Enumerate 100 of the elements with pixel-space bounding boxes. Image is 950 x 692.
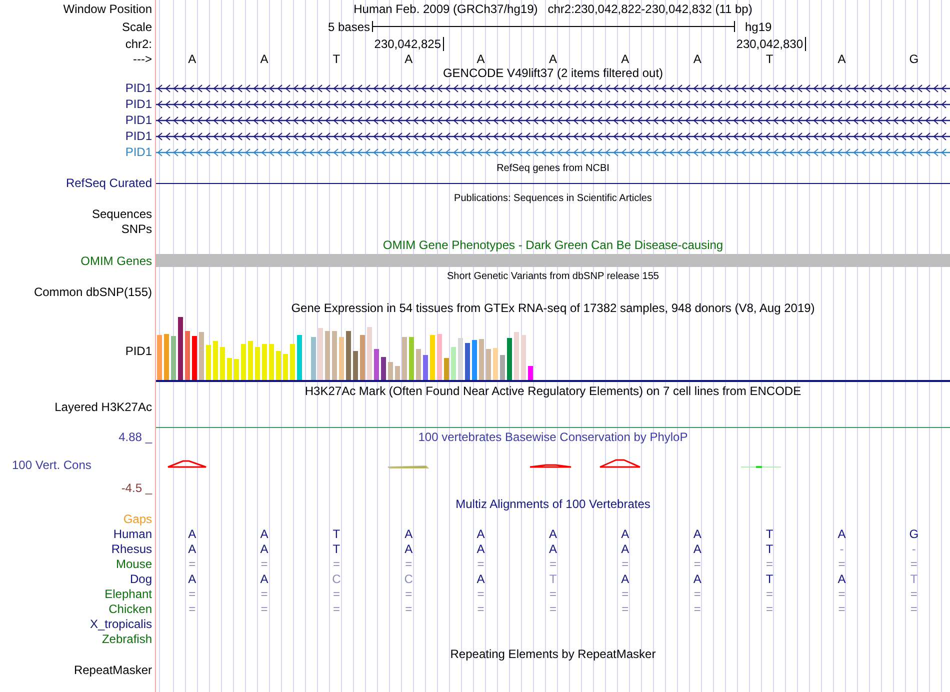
assembly-text: hg19 xyxy=(745,20,772,34)
aligned-base: = xyxy=(260,556,268,570)
track-title: GENCODE V49lift37 (2 items filtered out) xyxy=(442,66,664,80)
aligned-base: = xyxy=(188,586,196,600)
aligned-base: A xyxy=(621,542,630,556)
track-label[interactable]: Common dbSNP(155) xyxy=(34,285,152,299)
aligned-base: = xyxy=(766,556,774,570)
track-label[interactable]: Sequences xyxy=(92,206,152,220)
aligned-base: - xyxy=(840,542,844,556)
track-label[interactable]: 100 Vert. Cons xyxy=(12,458,92,472)
species-label[interactable]: Dog xyxy=(130,572,152,586)
aligned-base: = xyxy=(622,556,629,570)
aligned-base: C xyxy=(332,572,341,586)
species-label[interactable]: Human xyxy=(113,526,152,540)
base-letter: A xyxy=(260,52,268,66)
aligned-base: = xyxy=(188,556,196,570)
track-label: Window Position xyxy=(63,2,152,16)
aligned-base: = xyxy=(332,586,340,600)
aligned-base: A xyxy=(476,542,485,556)
scale-text: 5 bases xyxy=(328,20,370,34)
aligned-base: C xyxy=(404,572,413,586)
aligned-base: A xyxy=(621,572,630,586)
coordinate-label: 230,042,830 xyxy=(736,36,803,50)
aligned-base: A xyxy=(188,572,196,586)
axis-min-label: -4.5 _ xyxy=(121,481,152,495)
conservation-peak xyxy=(599,459,641,468)
aligned-base: = xyxy=(694,556,701,570)
aligned-base: A xyxy=(693,542,702,556)
aligned-base: = xyxy=(694,602,701,616)
species-label[interactable]: X_tropicalis xyxy=(90,616,152,630)
aligned-base: A xyxy=(621,526,630,540)
gene-label[interactable]: PID1 xyxy=(125,97,152,111)
aligned-base: T xyxy=(766,572,774,586)
aligned-base: = xyxy=(910,586,918,600)
coordinate-label: 230,042,825 xyxy=(374,36,441,50)
track-title: RefSeq genes from NCBI xyxy=(496,162,610,174)
tick-mark xyxy=(443,36,444,50)
base-letter: G xyxy=(909,52,919,66)
track-title: Repeating Elements by RepeatMasker xyxy=(450,647,656,661)
aligned-base: = xyxy=(549,556,556,570)
aligned-base: T xyxy=(910,572,918,586)
aligned-base: = xyxy=(405,556,412,570)
base-letter: T xyxy=(332,52,340,66)
aligned-base: = xyxy=(838,556,846,570)
track-label[interactable]: OMIM Genes xyxy=(80,254,152,268)
conservation-peak xyxy=(529,464,572,468)
aligned-base: = xyxy=(622,586,629,600)
base-letter: A xyxy=(693,52,702,66)
track-label[interactable]: PID1 xyxy=(125,344,152,358)
track-title: OMIM Gene Phenotypes - Dark Green Can Be Disease-causing xyxy=(382,238,724,252)
track-label[interactable]: SNPs xyxy=(121,222,152,236)
track-label[interactable]: RepeatMasker xyxy=(74,663,152,677)
aligned-base: = xyxy=(694,586,701,600)
aligned-base: A xyxy=(548,542,557,556)
aligned-base: = xyxy=(549,602,556,616)
gene-label[interactable]: PID1 xyxy=(125,145,152,159)
species-label[interactable]: Elephant xyxy=(104,586,152,600)
species-label[interactable]: Chicken xyxy=(108,602,152,616)
track-title: Short Genetic Variants from dbSNP release 155 xyxy=(447,270,659,282)
aligned-base: = xyxy=(622,602,629,616)
conservation-peak xyxy=(167,460,207,468)
base-letter: A xyxy=(548,52,557,66)
species-label[interactable]: Mouse xyxy=(116,556,152,570)
aligned-base: T xyxy=(766,526,774,540)
aligned-base: A xyxy=(404,526,413,540)
aligned-base: G xyxy=(909,526,919,540)
gene-label[interactable]: PID1 xyxy=(125,81,152,95)
aligned-base: = xyxy=(766,586,774,600)
base-letter: A xyxy=(838,52,846,66)
gene-label[interactable]: PID1 xyxy=(125,113,152,127)
species-label[interactable]: Zebrafish xyxy=(102,632,152,646)
base-letter: A xyxy=(404,52,413,66)
aligned-base: = xyxy=(477,602,484,616)
aligned-base: A xyxy=(260,572,268,586)
aligned-base: = xyxy=(188,602,196,616)
species-label[interactable]: Rhesus xyxy=(111,542,152,556)
track-label: Scale xyxy=(122,20,152,34)
aligned-base: - xyxy=(912,542,916,556)
gene-label[interactable]: PID1 xyxy=(125,129,152,143)
conservation-segment xyxy=(388,466,430,468)
aligned-base: = xyxy=(260,586,268,600)
aligned-base: A xyxy=(260,526,268,540)
base-letter: A xyxy=(621,52,630,66)
aligned-base: = xyxy=(332,556,340,570)
track-label[interactable]: Layered H3K27Ac xyxy=(54,400,152,414)
aligned-base: = xyxy=(766,602,774,616)
aligned-base: = xyxy=(332,602,340,616)
base-letter: A xyxy=(188,52,196,66)
aligned-base: = xyxy=(405,602,412,616)
aligned-base: A xyxy=(188,542,196,556)
base-letter: T xyxy=(766,52,774,66)
aligned-base: A xyxy=(476,572,485,586)
track-title: 100 vertebrates Basewise Conservation by PhyloP xyxy=(418,430,688,444)
track-label[interactable]: RefSeq Curated xyxy=(66,176,152,190)
aligned-base: A xyxy=(476,526,485,540)
aligned-base: A xyxy=(188,526,196,540)
aligned-base: T xyxy=(332,542,340,556)
aligned-base: A xyxy=(404,542,413,556)
aligned-base: = xyxy=(838,586,846,600)
aligned-base: A xyxy=(838,526,846,540)
